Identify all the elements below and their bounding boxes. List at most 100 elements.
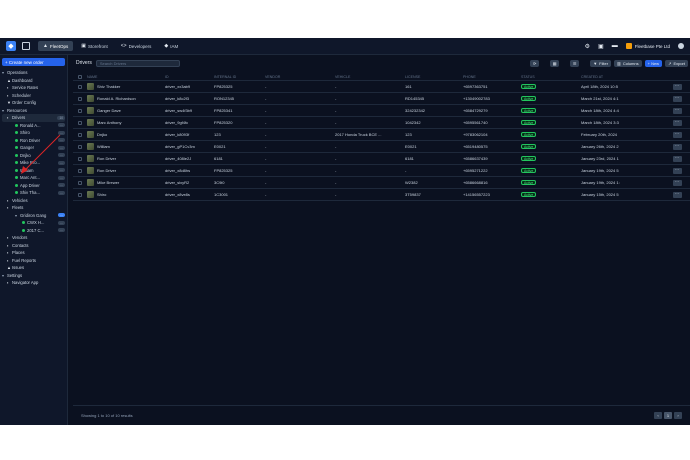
fleetbase-logo-icon[interactable]: ◆: [6, 41, 16, 51]
sidebar-item[interactable]: CWX H......: [2, 219, 65, 227]
sidebar-item[interactable]: 2017 C......: [2, 227, 65, 235]
table-row[interactable]: Ron Driver driver_x8d8hs FP825325 - - - +65952…: [73, 165, 690, 177]
driver-name[interactable]: Shiro: [97, 192, 106, 197]
row-actions-icon[interactable]: ⋯: [672, 83, 682, 90]
row-checkbox[interactable]: [78, 120, 82, 125]
driver-name[interactable]: Ron Driver: [97, 168, 116, 173]
driver-name[interactable]: Marc Anthony: [97, 120, 121, 125]
organization-switcher[interactable]: Fleetbase Pte Ltd: [625, 43, 670, 49]
cell-name[interactable]: Ganger Dave: [87, 107, 165, 114]
table-row[interactable]: Marc Anthony driver_9gf4fc FP825320 - - 10423…: [73, 117, 690, 129]
column-header[interactable]: LICENSE: [405, 75, 463, 79]
table-row[interactable]: Mike Brewer driver_slxyR2 3C9i0 - - W2382 +658…: [73, 177, 690, 189]
sidebar-item[interactable]: ▪ Service Rates: [2, 84, 65, 92]
driver-name[interactable]: Mike Brewer: [97, 180, 119, 185]
cell-name[interactable]: Shiv Thakker: [87, 83, 165, 90]
driver-name[interactable]: Dnjko: [97, 132, 107, 137]
sidebar-item[interactable]: ▪ Drivers 10: [2, 114, 65, 122]
row-checkbox[interactable]: [78, 156, 82, 161]
sidebar-toggle-icon[interactable]: [22, 42, 30, 50]
column-header[interactable]: CREATED AT: [581, 75, 667, 79]
chat-icon[interactable]: ▬: [612, 43, 618, 49]
select-all-checkbox[interactable]: [78, 74, 82, 79]
cell-name[interactable]: Ron Driver: [87, 155, 165, 162]
column-header[interactable]: VEHICLE: [335, 75, 405, 79]
sidebar-item[interactable]: Ronald A......: [2, 122, 65, 130]
grid-view-icon[interactable]: ▦: [550, 59, 560, 67]
row-checkbox[interactable]: [78, 132, 82, 137]
sidebar-item[interactable]: ▪ Vendors: [2, 234, 65, 242]
new-driver-button[interactable]: + New: [644, 59, 663, 67]
cell-name[interactable]: Shiro: [87, 191, 165, 198]
cell-name[interactable]: Marc Anthony: [87, 119, 165, 126]
sidebar-item[interactable]: ▪ Scheduler: [2, 92, 65, 100]
sidebar-item[interactable]: William...: [2, 167, 65, 175]
row-actions-icon[interactable]: ⋯: [672, 191, 682, 198]
topnav-item-storefront[interactable]: ▣ Storefront: [76, 41, 113, 51]
monitor-icon[interactable]: ▣: [598, 43, 604, 50]
sidebar-item[interactable]: ▪ Fuel Reports: [2, 257, 65, 265]
sidebar-item[interactable]: ▲ Dashboard: [2, 77, 65, 85]
sidebar-item[interactable]: ▪ Places: [2, 249, 65, 257]
sidebar-item[interactable]: Ron Driver...: [2, 137, 65, 145]
sidebar-item[interactable]: ▪ Fleets: [2, 204, 65, 212]
topnav-item-iam[interactable]: ◆ IAM: [159, 41, 183, 51]
prev-page-button[interactable]: ‹: [654, 412, 662, 419]
column-header[interactable]: PHONE: [463, 75, 521, 79]
table-row[interactable]: Shiro driver_x8ve8s 1C3001 - - 3T59837 +141565…: [73, 189, 690, 201]
row-checkbox[interactable]: [78, 84, 82, 89]
driver-name[interactable]: Ganger Dave: [97, 108, 121, 113]
row-actions-icon[interactable]: ⋯: [672, 179, 682, 186]
row-actions-icon[interactable]: ⋯: [672, 155, 682, 162]
sidebar-item[interactable]: ▪ Vehicles: [2, 197, 65, 205]
row-actions-icon[interactable]: ⋯: [672, 119, 682, 126]
column-header[interactable]: ID: [165, 75, 214, 79]
sidebar-item[interactable]: ▪ Navigator App: [2, 279, 65, 287]
table-row[interactable]: William driver_gP1Cv3m E0021 - - E0021 +651948…: [73, 141, 690, 153]
user-avatar-icon[interactable]: [678, 43, 684, 49]
next-page-button[interactable]: ›: [674, 412, 682, 419]
topnav-item-developers[interactable]: <> Developers: [116, 41, 157, 51]
sidebar-item[interactable]: ▪ Contacts: [2, 242, 65, 250]
sidebar-item[interactable]: Marc Ant......: [2, 174, 65, 182]
row-checkbox[interactable]: [78, 108, 82, 113]
table-row[interactable]: Dnjko driver_k8093f 123 - 2017 Honda Truck B…: [73, 129, 690, 141]
list-view-icon[interactable]: ☰: [570, 59, 580, 67]
driver-name[interactable]: William: [97, 144, 110, 149]
cell-name[interactable]: Dnjko: [87, 131, 165, 138]
row-checkbox[interactable]: [78, 168, 82, 173]
column-header[interactable]: STATUS: [521, 75, 581, 79]
table-row[interactable]: Ron Driver driver_408le2J 6181 - - 6181 +65866…: [73, 153, 690, 165]
sidebar-item[interactable]: Shiv Tha......: [2, 189, 65, 197]
column-header[interactable]: INTERNAL ID: [214, 75, 265, 79]
row-checkbox[interactable]: [78, 144, 82, 149]
table-row[interactable]: Ronald A. Richardson driver_k8c2f3 RON1234…: [73, 93, 690, 105]
cell-name[interactable]: Ronald A. Richardson: [87, 95, 165, 102]
row-actions-icon[interactable]: ⋯: [672, 95, 682, 102]
driver-name[interactable]: Shiv Thakker: [97, 84, 120, 89]
filter-button[interactable]: ▼ Filter: [590, 59, 612, 67]
sidebar-item[interactable]: ▾ Resources: [2, 107, 65, 115]
sidebar-item[interactable]: Shiro...: [2, 129, 65, 137]
driver-name[interactable]: Ron Driver: [97, 156, 116, 161]
row-actions-icon[interactable]: ⋯: [672, 107, 682, 114]
settings-icon[interactable]: ⚙: [585, 43, 590, 50]
row-actions-icon[interactable]: ⋯: [672, 143, 682, 150]
create-order-button[interactable]: + Create new order: [2, 58, 65, 66]
cell-name[interactable]: Mike Brewer: [87, 179, 165, 186]
topnav-item-fleetops[interactable]: ▲ FleetOps: [38, 41, 74, 51]
refresh-icon[interactable]: ⟳: [530, 59, 540, 67]
row-checkbox[interactable]: [78, 96, 82, 101]
table-row[interactable]: Ganger Dave driver_sw4f3b9 FP825341 - - 32423…: [73, 105, 690, 117]
cell-name[interactable]: William: [87, 143, 165, 150]
sidebar-item[interactable]: ▼ Order Config: [2, 99, 65, 107]
sidebar-item[interactable]: Dnjko...: [2, 152, 65, 160]
search-input[interactable]: Search Drivers: [95, 59, 180, 67]
table-row[interactable]: Shiv Thakker driver_xx3ab9 FP825325 - - 161 +6…: [73, 81, 690, 93]
sidebar-item[interactable]: App Driver...: [2, 182, 65, 190]
sidebar-item[interactable]: ▾ Gridiron Gang...: [2, 212, 65, 220]
sidebar-item[interactable]: ▾ Settings: [2, 272, 65, 280]
column-header[interactable]: NAME: [87, 75, 165, 79]
row-actions-icon[interactable]: ⋯: [672, 131, 682, 138]
cell-name[interactable]: Ron Driver: [87, 167, 165, 174]
